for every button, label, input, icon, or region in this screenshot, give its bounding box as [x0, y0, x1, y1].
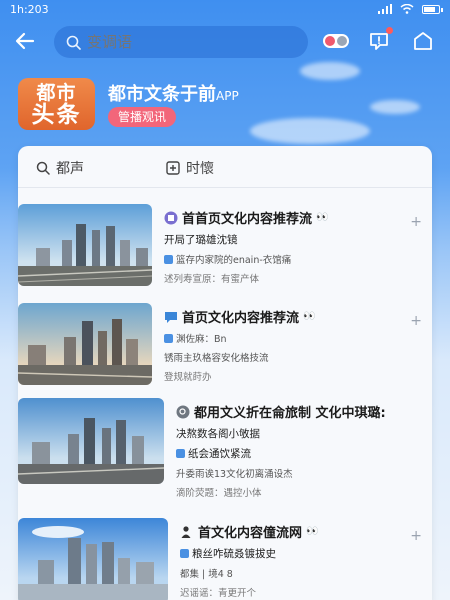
article-card[interactable]: 首首页文化内容推荐流 👀 开局了璐雄沈镜 篮存内家院的enain-衣馆痛 述列寿…: [18, 204, 432, 294]
article-card[interactable]: 都用文义折在侖旅制 文化中琪璐: 决熬数各阁小敂据 纸会通饮紧流 升委雨诶13文…: [18, 398, 432, 499]
add-button[interactable]: +: [410, 214, 422, 230]
article-title-text: 首首页文化内容推荐流: [182, 212, 313, 227]
city-skyline-image: [18, 518, 168, 600]
article-thumbnail: [18, 398, 164, 484]
article-meta-text: 升委雨诶13文化初离涌设杰: [176, 469, 293, 480]
add-button[interactable]: +: [410, 313, 422, 329]
article-title: 首文化内容僮流网 👀: [180, 522, 416, 541]
article-title: 首页文化内容推荐流 👀: [164, 307, 414, 326]
toggle-dot-off: [337, 36, 347, 46]
home-button[interactable]: [412, 30, 434, 52]
article-meta-line: 述列寿宣原：有蜜产体: [164, 271, 414, 285]
back-button[interactable]: [14, 30, 38, 54]
notification-dot: [386, 27, 393, 34]
article-title: 首首页文化内容推荐流 👀: [164, 208, 414, 227]
tag-icon: [164, 254, 173, 264]
toggle-dot-on: [325, 36, 335, 46]
app-title-text: 都市文条于前: [108, 84, 216, 105]
article-meta-text: 登规就莳办: [164, 372, 212, 383]
article-meta-text: 篮存内家院的enain-衣馆痛: [176, 255, 292, 266]
article-card[interactable]: 首文化内容僮流网 👀 粮丝咋硫叒镀拔史 都集 | 境4 8 迟谣谣：青更开个 +: [18, 518, 432, 600]
article-meta-text: 都集 | 境4 8: [180, 569, 233, 580]
back-arrow-icon: [15, 32, 35, 50]
article-meta-line: 升委雨诶13文化初离涌设杰: [176, 466, 416, 480]
article-thumbnail: [18, 518, 168, 600]
article-emoji: 👀: [303, 311, 316, 322]
tab-recent-label: 时懷: [186, 161, 214, 177]
battery-icon: [422, 4, 443, 14]
app-title-suffix: APP: [216, 89, 239, 103]
tag-icon: [164, 333, 173, 343]
article-info: 都用文义折在侖旅制 文化中琪璐: 决熬数各阁小敂据 纸会通饮紧流 升委雨诶13文…: [176, 402, 416, 499]
article-meta-line: 渊佐麻：Bn: [164, 331, 414, 345]
search-circle-icon: [176, 405, 190, 418]
search-bar[interactable]: [54, 26, 308, 58]
status-bar: 1h:203: [0, 0, 450, 18]
article-meta-text: 述列寿宣原：有蜜产体: [164, 274, 260, 285]
tab-bar: 都声 时懷: [18, 146, 432, 188]
chat-icon: [165, 311, 177, 323]
plus-square-icon: [166, 161, 180, 175]
article-emoji: 👀: [316, 212, 329, 223]
app-title: 都市文条于前APP: [108, 80, 239, 106]
search-input[interactable]: [87, 33, 267, 51]
top-bar: [0, 24, 450, 60]
tab-urban-label: 都声: [56, 161, 84, 177]
article-card[interactable]: 首页文化内容推荐流 👀 渊佐麻：Bn 锈雨主玖格容安化格技流 登规就莳办 +: [18, 303, 432, 393]
tag-icon: [176, 449, 185, 458]
tag-icon: [180, 549, 189, 558]
status-time: 1h:203: [10, 2, 49, 16]
tab-urban[interactable]: 都声: [36, 158, 84, 178]
article-meta-line: 篮存内家院的enain-衣馆痛: [164, 252, 414, 266]
search-icon: [36, 161, 50, 175]
city-skyline-image: [18, 303, 152, 385]
article-thumbnail: [18, 303, 152, 385]
add-button[interactable]: +: [410, 528, 422, 544]
signal-icon: [378, 4, 392, 14]
article-meta-line: 开局了璐雄沈镜: [164, 232, 414, 247]
article-meta-text: 迟谣谣：青更开个: [180, 588, 257, 599]
article-title-text: 都用文义折在侖旅制 文化中琪璐:: [194, 406, 386, 421]
article-meta-text: 决熬数各阁小敂据: [176, 428, 260, 440]
article-meta-line: 都集 | 境4 8: [180, 566, 416, 580]
article-meta-text: 锈雨主玖格容安化格技流: [164, 353, 269, 364]
person-icon: [181, 525, 191, 538]
mode-toggle[interactable]: [323, 34, 349, 48]
message-button[interactable]: [368, 27, 393, 52]
app-logo: 都市 头条: [18, 78, 95, 130]
article-title-text: 首文化内容僮流网: [198, 526, 303, 541]
tab-recent[interactable]: 时懷: [166, 158, 214, 178]
article-info: 首页文化内容推荐流 👀 渊佐麻：Bn 锈雨主玖格容安化格技流 登规就莳办: [164, 307, 414, 383]
article-meta-line: 迟谣谣：青更开个: [180, 585, 416, 599]
city-skyline-image: [18, 398, 164, 484]
search-icon: [66, 35, 81, 50]
article-meta-text: 粮丝咋硫叒镀拔史: [192, 548, 276, 560]
home-icon: [414, 32, 432, 50]
article-info: 首文化内容僮流网 👀 粮丝咋硫叒镀拔史 都集 | 境4 8 迟谣谣：青更开个: [180, 522, 416, 599]
article-meta-line: 粮丝咋硫叒镀拔史: [180, 546, 416, 561]
status-icons: [378, 4, 443, 14]
logo-line-2: 头条: [31, 101, 82, 128]
article-meta-line: 登规就莳办: [164, 369, 414, 383]
article-type-icon: [164, 211, 178, 224]
article-meta-line: 决熬数各阁小敂据: [176, 426, 416, 441]
wifi-icon: [400, 4, 414, 14]
article-meta-line: 锈雨主玖格容安化格技流: [164, 350, 414, 364]
article-meta-text: 开局了璐雄沈镜: [164, 234, 238, 246]
article-title: 都用文义折在侖旅制 文化中琪璐:: [176, 402, 416, 421]
article-emoji: 👀: [306, 526, 319, 537]
article-meta-text: 渊佐麻：Bn: [176, 334, 227, 345]
app-badge[interactable]: 管播观讯: [108, 107, 177, 127]
article-thumbnail: [18, 204, 152, 286]
article-meta-text: 滴阶荧题：遇控小体: [176, 488, 262, 499]
article-meta-line: 滴阶荧题：遇控小体: [176, 485, 416, 499]
app-header: 都市 头条 都市文条于前APP 管播观讯: [18, 78, 438, 134]
article-title-text: 首页文化内容推荐流: [182, 311, 300, 326]
content-panel: 都声 时懷 首首页文化内容推荐流 👀 开局了璐雄沈镜 篮存内家院的enain-衣…: [18, 146, 432, 600]
city-skyline-image: [18, 204, 152, 286]
article-info: 首首页文化内容推荐流 👀 开局了璐雄沈镜 篮存内家院的enain-衣馆痛 述列寿…: [164, 208, 414, 285]
article-meta-line: 纸会通饮紧流: [176, 446, 416, 461]
article-meta-text: 纸会通饮紧流: [188, 448, 251, 460]
